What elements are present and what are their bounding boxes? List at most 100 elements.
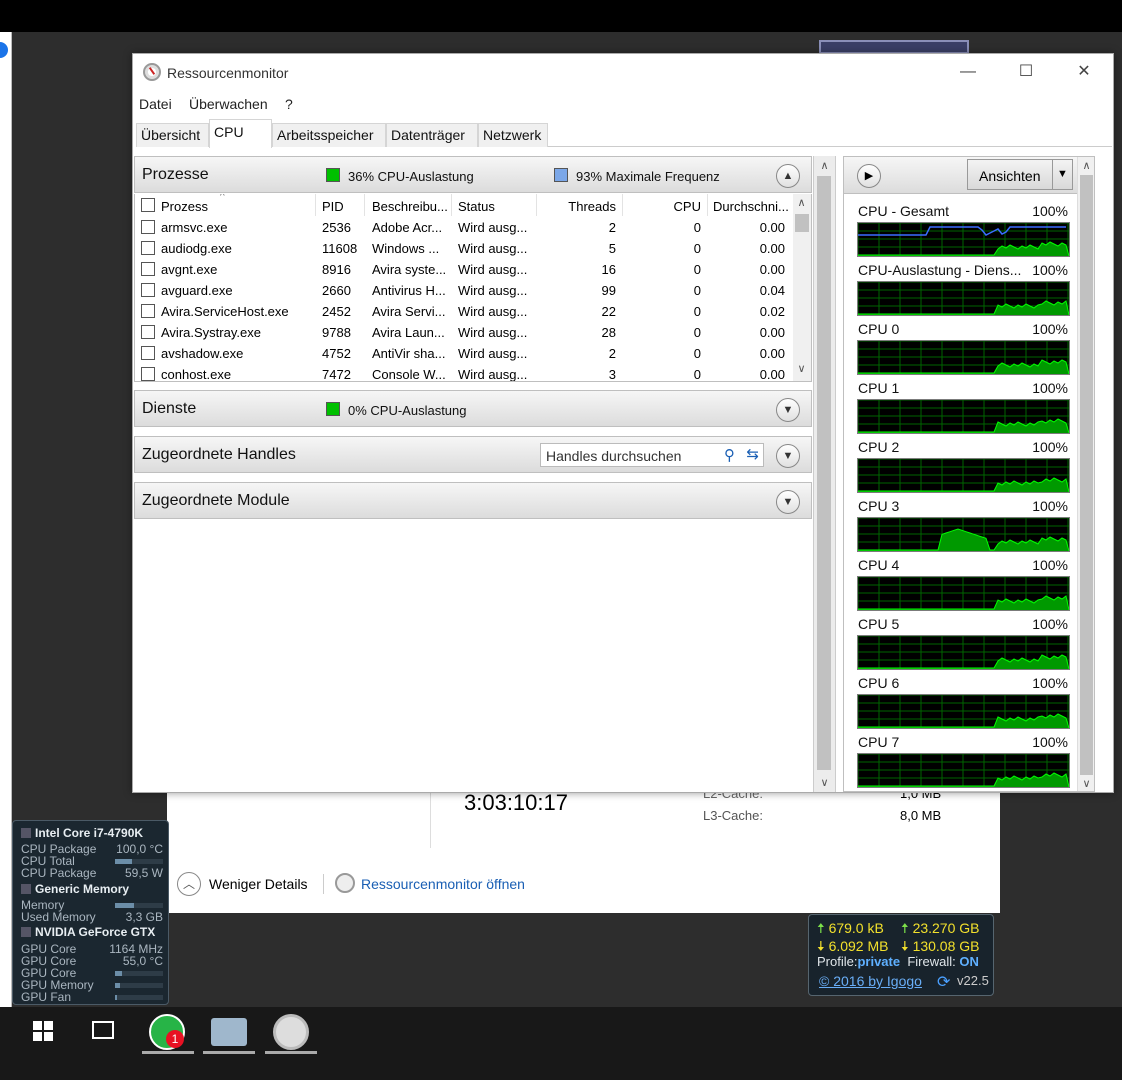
table-row[interactable]: avshadow.exe 4752 AntiVir sha... Wird ausg.… bbox=[135, 343, 795, 364]
graphs-scrollbar[interactable]: ∧ ∨ bbox=[1077, 157, 1094, 791]
scrollbar-thumb[interactable] bbox=[795, 214, 809, 232]
cpu-graph bbox=[857, 753, 1070, 788]
tab-disk[interactable]: Datenträger bbox=[386, 123, 478, 147]
menu-monitor[interactable]: Überwachen bbox=[189, 96, 268, 112]
cell-average-cpu: 0.00 bbox=[759, 220, 785, 235]
chevron-up-icon[interactable]: ▲ bbox=[776, 164, 800, 188]
table-row[interactable]: avguard.exe 2660 Antivirus H... Wird ausg..… bbox=[135, 280, 795, 301]
column-cpu[interactable]: CPU bbox=[622, 199, 701, 214]
resource-monitor-taskbar-icon[interactable] bbox=[273, 1014, 309, 1050]
chevron-down-icon[interactable]: ▼ bbox=[776, 490, 800, 514]
cpu-graph bbox=[857, 222, 1070, 257]
refresh-search-icon[interactable]: ⇆ bbox=[746, 445, 759, 463]
row-checkbox[interactable] bbox=[141, 304, 155, 318]
cell-process-name: Avira.ServiceHost.exe bbox=[161, 304, 289, 319]
graph-max-label: 100% bbox=[1032, 616, 1068, 632]
graphs-header: ▶ Ansichten ▼ bbox=[844, 157, 1094, 194]
column-status[interactable]: Status bbox=[458, 199, 495, 214]
scroll-up-icon[interactable]: ∧ bbox=[816, 159, 833, 172]
select-all-checkbox[interactable] bbox=[141, 198, 155, 212]
l3-cache-label: L3-Cache: bbox=[703, 808, 763, 823]
scroll-down-icon[interactable]: ∨ bbox=[816, 776, 833, 789]
search-icon[interactable]: ⚲ bbox=[724, 446, 735, 464]
row-checkbox[interactable] bbox=[141, 283, 155, 297]
row-checkbox[interactable] bbox=[141, 325, 155, 339]
gpu-name: NVIDIA GeForce GTX bbox=[21, 926, 165, 938]
network-gadget: 🠅 679.0 kB 🠅 23.270 GB 🠇 6.092 MB 🠇 130.… bbox=[808, 914, 994, 996]
windows-start-icon[interactable] bbox=[33, 1021, 53, 1041]
tab-network[interactable]: Netzwerk bbox=[478, 123, 548, 147]
tab-bar: Übersicht CPU Arbeitsspeicher Datenträge… bbox=[136, 119, 1112, 148]
row-checkbox[interactable] bbox=[141, 262, 155, 276]
scroll-up-icon[interactable]: ∧ bbox=[1078, 159, 1094, 172]
open-resource-monitor-link[interactable]: Ressourcenmonitor öffnen bbox=[361, 876, 525, 892]
close-button[interactable]: ✕ bbox=[1061, 60, 1107, 84]
modules-section-header[interactable]: Zugeordnete Module ▼ bbox=[134, 482, 812, 519]
left-pane-scrollbar[interactable]: ∧ ∨ bbox=[813, 156, 836, 792]
services-section-header[interactable]: Dienste 0% CPU-Auslastung ▼ bbox=[134, 390, 812, 427]
cell-pid: 9788 bbox=[322, 325, 351, 340]
scroll-down-icon[interactable]: ∨ bbox=[1078, 777, 1094, 790]
copyright-link[interactable]: © 2016 by Igogo bbox=[819, 973, 922, 989]
tab-memory[interactable]: Arbeitsspeicher bbox=[272, 123, 386, 147]
process-table-scrollbar[interactable]: ∧ ∨ bbox=[793, 194, 811, 381]
row-checkbox[interactable] bbox=[141, 241, 155, 255]
cpu-total-bar bbox=[115, 859, 133, 864]
column-pid[interactable]: PID bbox=[322, 199, 344, 214]
views-button[interactable]: Ansichten ▼ bbox=[967, 159, 1073, 190]
column-process[interactable]: Prozess bbox=[161, 199, 208, 214]
table-row[interactable]: armsvc.exe 2536 Adobe Acr... Wird ausg... 2 0… bbox=[135, 217, 795, 238]
table-row[interactable]: Avira.ServiceHost.exe 2452 Avira Servi... W… bbox=[135, 301, 795, 322]
scrollbar-thumb[interactable] bbox=[1080, 175, 1093, 775]
processes-section-header[interactable]: Prozesse 36% CPU-Auslastung 93% Maximale… bbox=[134, 156, 812, 193]
cpu-name: Intel Core i7-4790K bbox=[21, 827, 165, 839]
fewer-details-button[interactable]: Weniger Details bbox=[209, 876, 308, 892]
row-checkbox[interactable] bbox=[141, 346, 155, 360]
column-description[interactable]: Beschreibu... bbox=[372, 199, 448, 214]
uptime-value: 3:03:10:17 bbox=[464, 790, 568, 815]
chevron-down-icon[interactable]: ▼ bbox=[776, 444, 800, 468]
cell-pid: 4752 bbox=[322, 346, 351, 361]
row-checkbox[interactable] bbox=[141, 220, 155, 234]
chevron-up-icon[interactable]: ︿ bbox=[177, 872, 201, 896]
handles-section-header[interactable]: Zugeordnete Handles Handles durchsuchen … bbox=[134, 436, 812, 473]
table-row[interactable]: conhost.exe 7472 Console W... Wird ausg... 3… bbox=[135, 364, 795, 382]
up-arrow-icon: 🠅 bbox=[817, 920, 825, 936]
table-row[interactable]: avgnt.exe 8916 Avira syste... Wird ausg... 1… bbox=[135, 259, 795, 280]
column-average[interactable]: Durchschni... bbox=[713, 199, 793, 214]
profile-firewall: Profile:private Firewall: ON bbox=[817, 954, 979, 969]
tab-overview[interactable]: Übersicht bbox=[136, 123, 209, 147]
chevron-down-icon[interactable]: ▼ bbox=[776, 398, 800, 422]
cell-process-name: conhost.exe bbox=[161, 367, 232, 382]
table-row[interactable]: Avira.Systray.exe 9788 Avira Laun... Wird a… bbox=[135, 322, 795, 343]
refresh-icon[interactable]: ⟳ bbox=[937, 972, 950, 992]
performance-monitor-icon[interactable] bbox=[211, 1018, 247, 1046]
table-row[interactable]: audiodg.exe 11608 Windows ... Wird ausg... 5… bbox=[135, 238, 795, 259]
graph-title: CPU 3 bbox=[858, 498, 900, 514]
up-arrow-icon: 🠅 bbox=[901, 920, 909, 936]
scroll-up-icon[interactable]: ∧ bbox=[793, 196, 810, 209]
maximize-button[interactable]: ☐ bbox=[1003, 60, 1049, 84]
menu-file[interactable]: Datei bbox=[139, 96, 172, 112]
table-header: Prozess ^ PID Beschreibu... Status Threa… bbox=[135, 194, 795, 216]
handles-search-input[interactable]: Handles durchsuchen ⚲ ⇆ bbox=[540, 443, 764, 467]
tab-cpu[interactable]: CPU bbox=[209, 119, 272, 148]
cell-status: Wird ausg... bbox=[458, 325, 528, 340]
version-label: v22.5 bbox=[957, 973, 989, 988]
dropdown-arrow-icon[interactable]: ▼ bbox=[1052, 160, 1072, 189]
cell-threads: 5 bbox=[608, 241, 616, 256]
task-manager-window bbox=[167, 780, 1000, 913]
cell-threads: 16 bbox=[601, 262, 616, 277]
chevron-right-icon[interactable]: ▶ bbox=[857, 164, 881, 188]
minimize-button[interactable]: — bbox=[945, 60, 991, 84]
menu-help[interactable]: ? bbox=[285, 96, 293, 112]
column-threads[interactable]: Threads bbox=[536, 199, 616, 214]
cpu-graph bbox=[857, 635, 1070, 670]
scrollbar-thumb[interactable] bbox=[817, 176, 831, 770]
scroll-down-icon[interactable]: ∨ bbox=[793, 362, 810, 375]
cell-cpu: 0 bbox=[693, 304, 701, 319]
cell-description: Console W... bbox=[372, 367, 446, 382]
background-window-edge bbox=[0, 32, 12, 1027]
task-view-icon[interactable] bbox=[92, 1021, 114, 1039]
row-checkbox[interactable] bbox=[141, 367, 155, 381]
